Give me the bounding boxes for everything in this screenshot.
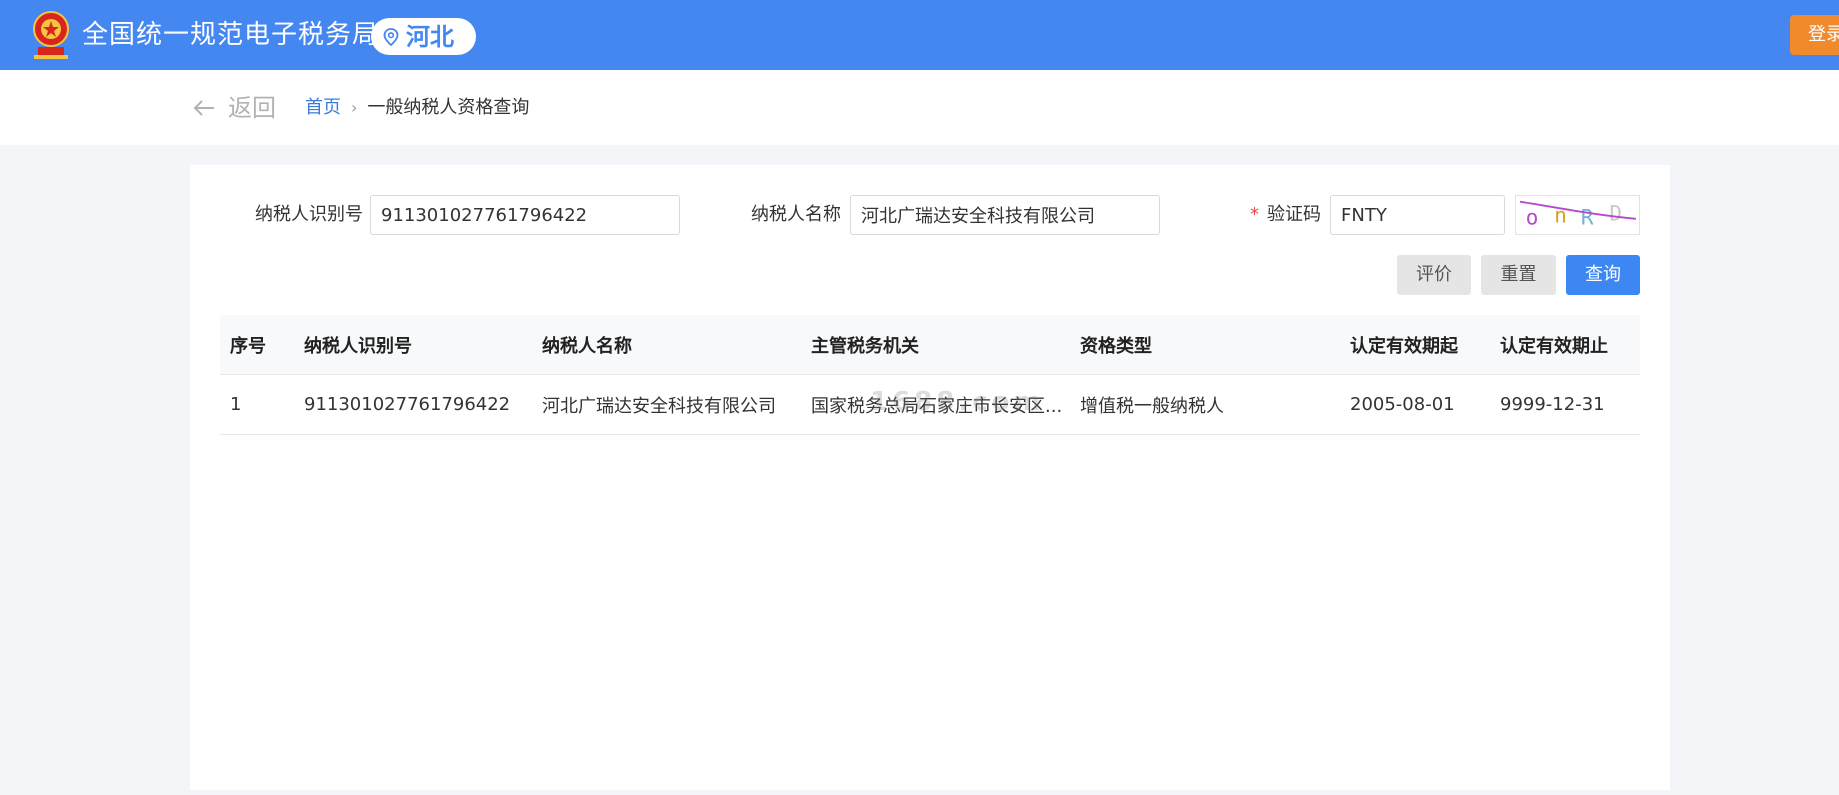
col-header-index: 序号 [230,335,266,357]
reset-button[interactable]: 重置 [1481,255,1556,295]
breadcrumb-home-link[interactable]: 首页 [305,96,341,120]
svg-text:D: D [1609,202,1622,226]
taxpayer-name-input[interactable] [850,195,1160,235]
region-selector[interactable]: 河北 [371,18,476,55]
national-emblem-logo [33,11,69,59]
login-button[interactable]: 登录 [1790,15,1839,55]
result-table: 序号 纳税人识别号 纳税人名称 主管税务机关 资格类型 认定有效期起 认定有效期… [220,315,1640,435]
captcha-input[interactable] [1330,195,1505,235]
cell-qualification-type: 增值税一般纳税人 [1080,395,1224,417]
col-header-qualification-type: 资格类型 [1080,335,1152,357]
back-button[interactable]: 返回 [192,93,276,123]
nav-bar: 返回 首页 › 一般纳税人资格查询 [0,70,1839,145]
cell-valid-from: 2005-08-01 [1350,394,1455,415]
captcha-image[interactable]: o n R D [1515,195,1640,235]
region-name: 河北 [406,22,454,51]
evaluate-button[interactable]: 评价 [1397,255,1471,295]
col-header-valid-to: 认定有效期止 [1500,335,1608,357]
col-header-taxpayer-name: 纳税人名称 [542,335,632,357]
required-mark: * [1250,204,1259,225]
cell-taxpayer-id: 911301027761796422 [304,394,511,415]
top-header: 全国统一规范电子税务局 河北 登录 [0,0,1839,70]
arrow-left-icon [193,100,214,116]
taxpayer-id-label: 纳税人识别号 [255,204,363,225]
breadcrumb-separator: › [351,98,358,117]
cell-taxpayer-name: 河北广瑞达安全科技有限公司 [542,395,776,417]
location-pin-icon [383,27,399,46]
cell-tax-authority: 国家税务总局石家庄市长安区... [811,395,1063,417]
captcha-label: 验证码 [1267,204,1321,225]
breadcrumb-current: 一般纳税人资格查询 [367,97,530,118]
breadcrumb: 首页 › 一般纳税人资格查询 [305,96,529,120]
svg-text:o: o [1526,206,1539,230]
search-button[interactable]: 查询 [1566,255,1640,295]
table-row: 1 911301027761796422 河北广瑞达安全科技有限公司 国家税务总… [220,375,1640,435]
cell-valid-to: 9999-12-31 [1500,394,1605,415]
taxpayer-id-input[interactable] [370,195,680,235]
back-label: 返回 [228,94,276,122]
col-header-tax-authority: 主管税务机关 [811,335,919,357]
taxpayer-name-label: 纳税人名称 [751,204,841,225]
site-title: 全国统一规范电子税务局 [82,20,380,50]
col-header-valid-from: 认定有效期起 [1350,335,1458,357]
cell-index: 1 [230,394,242,415]
query-panel: 纳税人识别号 纳税人名称 * 验证码 o n R D 评价 重置 查询 序号 纳税… [190,165,1670,790]
col-header-taxpayer-id: 纳税人识别号 [304,335,412,357]
captcha-label-wrap: * 验证码 [1250,203,1321,227]
svg-text:R: R [1581,206,1594,230]
table-header: 序号 纳税人识别号 纳税人名称 主管税务机关 资格类型 认定有效期起 认定有效期… [220,315,1640,375]
